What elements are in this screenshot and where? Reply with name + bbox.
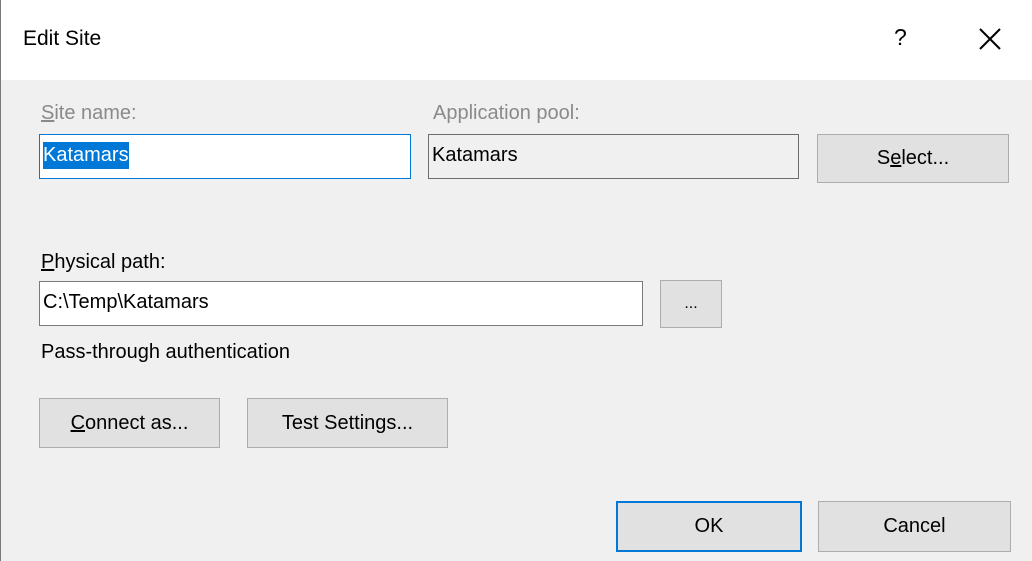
test-settings-mnemonic: g: [375, 411, 387, 434]
select-button[interactable]: Se lect...: [817, 134, 1009, 183]
application-pool-label: Application pool:: [433, 102, 580, 124]
application-pool-field: Katamars: [428, 134, 799, 179]
connect-as-text: onnect as...: [85, 411, 189, 434]
connect-as-mnemonic: C: [70, 411, 86, 434]
test-settings-text-post: s...: [386, 411, 414, 434]
site-name-label: Site name:: [41, 102, 137, 125]
select-button-text-post: lect...: [901, 147, 950, 169]
physical-path-label-text: hysical path:: [54, 251, 166, 273]
physical-path-input[interactable]: C:\Temp\Katamars: [39, 281, 643, 326]
help-button[interactable]: ?: [894, 24, 907, 51]
test-settings-button[interactable]: Test Settin g s...: [247, 398, 448, 448]
test-settings-text-pre: Test Settin: [281, 411, 376, 434]
site-name-label-text: ite name:: [54, 102, 137, 124]
select-button-text-pre: S: [876, 147, 891, 169]
site-name-label-mnemonic: S: [41, 102, 55, 124]
ok-button[interactable]: OK: [616, 501, 802, 552]
browse-button[interactable]: ...: [660, 280, 722, 328]
dialog-title: Edit Site: [23, 27, 102, 50]
close-button[interactable]: [976, 25, 1004, 53]
cancel-button[interactable]: Cancel: [818, 501, 1011, 552]
physical-path-label: Physical path:: [41, 251, 166, 274]
edit-site-dialog: Edit Site ? Site name: Katamars Applicat…: [0, 0, 1032, 561]
title-bar: Edit Site ?: [1, 0, 1032, 80]
select-button-mnemonic: e: [890, 147, 902, 169]
application-pool-value: Katamars: [432, 144, 518, 166]
physical-path-label-mnemonic: P: [41, 251, 55, 273]
site-name-input[interactable]: Katamars: [39, 134, 411, 179]
pass-through-auth-text: Pass-through authentication: [41, 341, 291, 363]
physical-path-value: C:\Temp\Katamars: [43, 291, 209, 313]
close-icon: [979, 28, 1001, 50]
site-name-value: Katamars: [43, 142, 129, 169]
connect-as-button[interactable]: Connect as...: [39, 398, 220, 448]
